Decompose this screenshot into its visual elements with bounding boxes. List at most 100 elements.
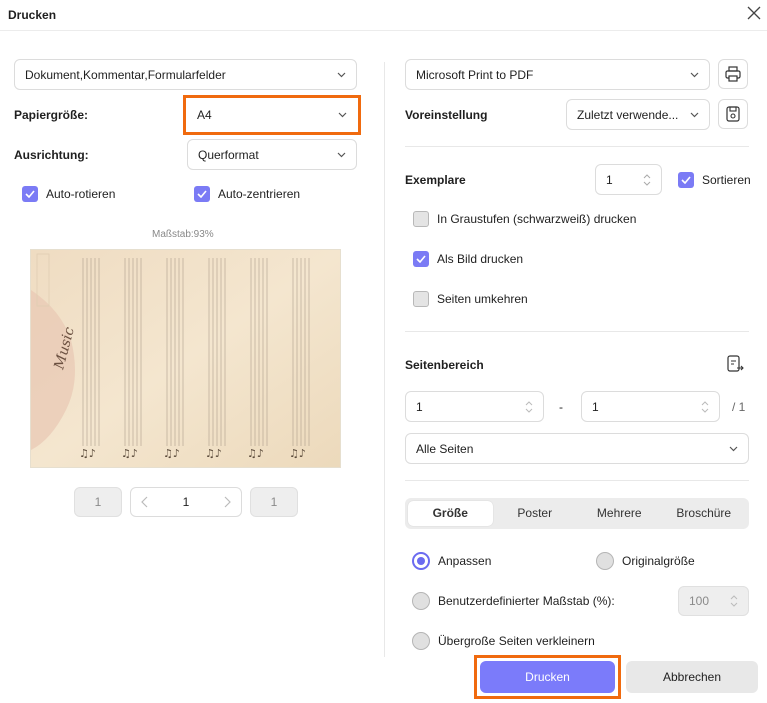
fit-option[interactable]: Anpassen xyxy=(412,552,491,570)
preset-select[interactable]: Zuletzt verwende... xyxy=(566,99,710,130)
range-to-value: 1 xyxy=(592,399,599,414)
content-select[interactable]: Dokument,Kommentar,Formularfelder xyxy=(14,59,357,90)
tab-poster[interactable]: Poster xyxy=(493,501,578,526)
reverse-pages-checkbox[interactable] xyxy=(413,291,429,307)
range-to-input[interactable]: 1 xyxy=(581,391,720,422)
orientation-label: Ausrichtung: xyxy=(14,148,89,162)
print-preview: ♫♪ ♫♪ ♫♪ ♫♪ ♫♪ ♫♪ Music xyxy=(30,249,341,468)
chevron-down-icon xyxy=(337,72,346,77)
sort-option[interactable]: Sortieren xyxy=(678,172,751,188)
spin-arrows-icon[interactable] xyxy=(643,173,651,187)
printer-value: Microsoft Print to PDF xyxy=(416,67,534,82)
tab-brochure[interactable]: Broschüre xyxy=(662,501,747,526)
printer-icon xyxy=(725,66,741,82)
sheet-music-preview-image: ♫♪ ♫♪ ♫♪ ♫♪ ♫♪ ♫♪ Music xyxy=(31,250,340,467)
page-range-label: Seitenbereich xyxy=(405,358,484,372)
range-from-value: 1 xyxy=(416,399,423,414)
section-divider xyxy=(405,331,749,332)
orientation-value: Querformat xyxy=(198,147,259,162)
chevron-right-icon[interactable] xyxy=(223,496,231,508)
custom-scale-value: 100 xyxy=(689,594,710,608)
chevron-down-icon xyxy=(690,112,699,117)
original-size-radio[interactable] xyxy=(596,552,614,570)
shrink-oversized-radio[interactable] xyxy=(412,632,430,650)
clef-mark: ♫♪ xyxy=(247,447,264,460)
scale-text: Maßstab:93% xyxy=(152,229,214,240)
auto-center-option[interactable]: Auto-zentrieren xyxy=(194,186,300,202)
range-from-input[interactable]: 1 xyxy=(405,391,544,422)
sort-label: Sortieren xyxy=(702,173,751,187)
sort-checkbox[interactable] xyxy=(678,172,694,188)
pager-last[interactable]: 1 xyxy=(250,487,298,517)
chevron-down-icon xyxy=(690,72,699,77)
shrink-oversized-label: Übergroße Seiten verkleinern xyxy=(438,634,595,648)
fit-radio[interactable] xyxy=(412,552,430,570)
orientation-select[interactable]: Querformat xyxy=(187,139,357,170)
original-size-label: Originalgröße xyxy=(622,554,695,568)
check-icon xyxy=(416,255,426,263)
chevron-left-icon[interactable] xyxy=(141,496,149,508)
as-image-option[interactable]: Als Bild drucken xyxy=(413,251,523,267)
tab-size[interactable]: Größe xyxy=(408,501,493,526)
dialog-title: Drucken xyxy=(8,8,57,22)
content-select-value: Dokument,Kommentar,Formularfelder xyxy=(25,67,226,82)
auto-rotate-option[interactable]: Auto-rotieren xyxy=(22,186,115,202)
chevron-down-icon xyxy=(338,112,347,117)
tab-multiple[interactable]: Mehrere xyxy=(577,501,662,526)
cancel-button[interactable]: Abbrechen xyxy=(626,661,758,693)
shrink-oversized-option[interactable]: Übergroße Seiten verkleinern xyxy=(412,632,595,650)
as-image-checkbox[interactable] xyxy=(413,251,429,267)
copies-label: Exemplare xyxy=(405,173,466,187)
clef-mark: ♫♪ xyxy=(121,447,138,460)
spin-arrows-icon[interactable] xyxy=(525,400,533,414)
preset-label: Voreinstellung xyxy=(405,108,488,122)
check-icon xyxy=(25,190,35,198)
close-icon[interactable] xyxy=(745,4,763,22)
range-total: / 1 xyxy=(732,400,746,414)
clef-mark: ♫♪ xyxy=(163,447,180,460)
fit-label: Anpassen xyxy=(438,554,492,568)
clef-mark: ♫♪ xyxy=(205,447,222,460)
clef-mark: ♫♪ xyxy=(79,447,96,460)
page-range-icon[interactable] xyxy=(725,354,745,374)
section-divider xyxy=(405,146,749,147)
paper-size-select[interactable]: A4 xyxy=(187,99,357,130)
reverse-pages-option[interactable]: Seiten umkehren xyxy=(413,291,528,307)
range-select[interactable]: Alle Seiten xyxy=(405,433,749,464)
custom-scale-option[interactable]: Benutzerdefinierter Maßstab (%): xyxy=(412,592,615,610)
column-divider xyxy=(384,62,385,657)
original-size-option[interactable]: Originalgröße xyxy=(596,552,695,570)
chevron-down-icon xyxy=(729,446,738,451)
layout-tabs: Größe Poster Mehrere Broschüre xyxy=(405,498,749,529)
print-button[interactable]: Drucken xyxy=(480,661,615,693)
check-icon xyxy=(681,176,691,184)
grayscale-checkbox[interactable] xyxy=(413,211,429,227)
printer-properties-button[interactable] xyxy=(718,59,748,89)
grayscale-label: In Graustufen (schwarzweiß) drucken xyxy=(437,212,637,226)
range-dash: - xyxy=(559,400,563,414)
custom-scale-radio[interactable] xyxy=(412,592,430,610)
check-icon xyxy=(197,190,207,198)
auto-center-checkbox[interactable] xyxy=(194,186,210,202)
grayscale-option[interactable]: In Graustufen (schwarzweiß) drucken xyxy=(413,211,636,227)
paper-size-label: Papiergröße: xyxy=(14,108,89,122)
title-divider xyxy=(0,30,767,31)
copies-stepper[interactable]: 1 xyxy=(595,164,662,195)
auto-rotate-label: Auto-rotieren xyxy=(46,187,116,201)
spin-arrows-icon[interactable] xyxy=(701,400,709,414)
spin-arrows-icon[interactable] xyxy=(730,594,738,608)
pager-current[interactable]: 1 xyxy=(183,495,190,509)
preset-value: Zuletzt verwende... xyxy=(577,107,679,122)
paper-size-value: A4 xyxy=(197,107,212,122)
pager-control: 1 xyxy=(130,487,242,517)
clef-mark: ♫♪ xyxy=(289,447,306,460)
custom-scale-input[interactable]: 100 xyxy=(678,586,749,616)
printer-select[interactable]: Microsoft Print to PDF xyxy=(405,59,710,90)
chevron-down-icon xyxy=(337,152,346,157)
pager-first[interactable]: 1 xyxy=(74,487,122,517)
range-select-value: Alle Seiten xyxy=(416,441,474,456)
reverse-pages-label: Seiten umkehren xyxy=(437,292,528,306)
auto-rotate-checkbox[interactable] xyxy=(22,186,38,202)
save-preset-button[interactable] xyxy=(718,99,748,129)
custom-scale-label: Benutzerdefinierter Maßstab (%): xyxy=(438,594,615,608)
